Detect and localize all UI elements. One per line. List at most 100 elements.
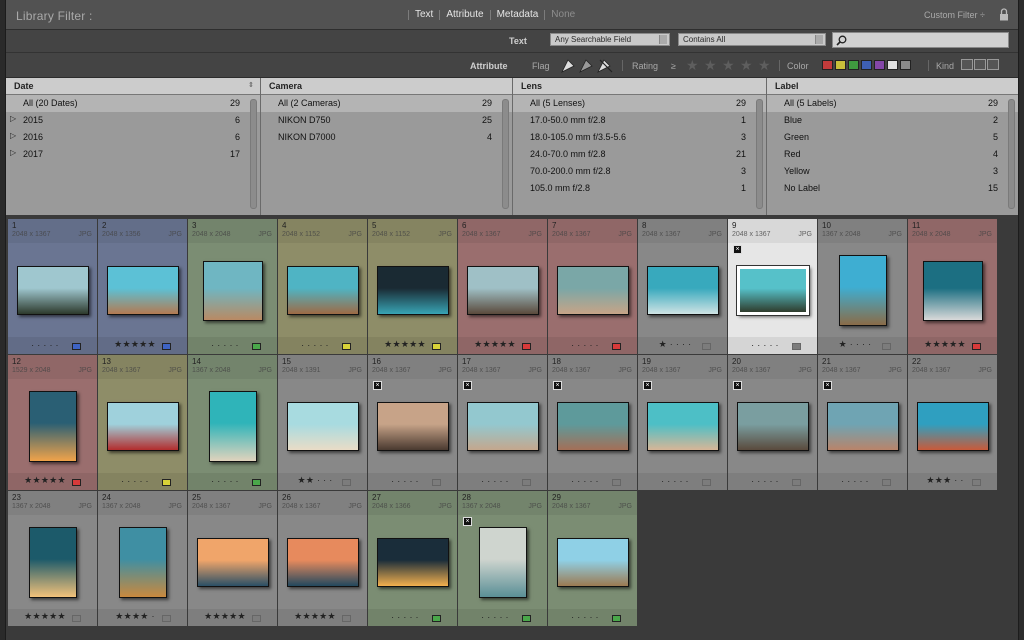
photo-cell[interactable]: 27 2048 x 1366 JPG · · · · · bbox=[368, 491, 458, 627]
photo-thumbnail[interactable] bbox=[827, 402, 899, 451]
star-rating[interactable]: · · · · · bbox=[188, 340, 262, 350]
rating-operator[interactable]: ≥ bbox=[671, 61, 676, 71]
photo-thumbnail[interactable] bbox=[479, 527, 527, 598]
photo-cell[interactable]: 29 2048 x 1367 JPG · · · · · bbox=[548, 491, 638, 627]
photo-cell[interactable]: 15 2048 x 1391 JPG ★★ · · · bbox=[278, 355, 368, 491]
photo-thumbnail[interactable] bbox=[377, 538, 449, 587]
text-search-input[interactable] bbox=[832, 32, 1009, 48]
photo-thumbnail[interactable] bbox=[377, 266, 449, 315]
rejected-flag-icon[interactable]: × bbox=[733, 381, 742, 390]
star-rating[interactable]: · · · · · bbox=[548, 476, 622, 486]
star-rating[interactable]: ★★★★★ bbox=[278, 611, 352, 622]
color-swatch[interactable] bbox=[822, 60, 833, 70]
rejected-flag-icon[interactable]: × bbox=[463, 517, 472, 526]
rating-star-5[interactable]: ★ bbox=[758, 57, 771, 74]
photo-cell[interactable]: 23 1367 x 2048 JPG ★★★★★ bbox=[8, 491, 98, 627]
photo-cell[interactable]: 4 2048 x 1152 JPG · · · · · bbox=[278, 219, 368, 355]
rating-star-2[interactable]: ★ bbox=[704, 57, 717, 74]
filter-row[interactable]: All (5 Lenses) 29 bbox=[513, 95, 766, 112]
photo-cell[interactable]: 12 1529 x 2048 JPG ★★★★★ bbox=[8, 355, 98, 491]
column-scrollbar[interactable] bbox=[502, 99, 509, 209]
photo-thumbnail[interactable] bbox=[467, 402, 539, 451]
photo-cell[interactable]: 11 2048 x 2048 JPG ★★★★★ bbox=[908, 219, 998, 355]
kind-video-icon[interactable] bbox=[987, 59, 999, 70]
star-rating[interactable]: · · · · · bbox=[458, 476, 532, 486]
filter-row[interactable]: 17.0-50.0 mm f/2.8 1 bbox=[513, 112, 766, 129]
color-swatch[interactable] bbox=[887, 60, 898, 70]
filter-row[interactable]: NIKON D750 25 bbox=[261, 112, 512, 129]
filter-row[interactable]: ▷ 2015 6 bbox=[6, 112, 260, 129]
date-column-header[interactable]: Date ⇕ bbox=[6, 78, 260, 95]
rejected-flag-icon[interactable]: × bbox=[463, 381, 472, 390]
photo-cell[interactable]: 28 1367 x 2048 JPG × · · · · · bbox=[458, 491, 548, 627]
photo-thumbnail[interactable] bbox=[467, 266, 539, 315]
filter-row[interactable]: 24.0-70.0 mm f/2.8 21 bbox=[513, 146, 766, 163]
star-rating[interactable]: · · · · · bbox=[818, 476, 892, 486]
text-rule-select[interactable]: Contains All bbox=[678, 33, 826, 46]
star-rating[interactable]: ★★★★★ bbox=[8, 611, 82, 622]
photo-cell[interactable]: 6 2048 x 1367 JPG ★★★★★ bbox=[458, 219, 548, 355]
disclosure-triangle-icon[interactable]: ▷ bbox=[10, 131, 16, 140]
photo-cell[interactable]: 1 2048 x 1367 JPG · · · · · bbox=[8, 219, 98, 355]
photo-cell[interactable]: 19 2048 x 1367 JPG × · · · · · bbox=[638, 355, 728, 491]
photo-thumbnail[interactable] bbox=[287, 538, 359, 587]
filter-row[interactable]: 18.0-105.0 mm f/3.5-5.6 3 bbox=[513, 129, 766, 146]
color-swatch[interactable] bbox=[900, 60, 911, 70]
star-rating[interactable]: · · · · · bbox=[98, 476, 172, 486]
kind-virtual-copy-icon[interactable] bbox=[974, 59, 986, 70]
filter-row[interactable]: Blue 2 bbox=[767, 112, 1018, 129]
photo-thumbnail[interactable] bbox=[923, 261, 983, 321]
rejected-flag-icon[interactable]: × bbox=[553, 381, 562, 390]
filter-row[interactable]: Yellow 3 bbox=[767, 163, 1018, 180]
star-rating[interactable]: ★★★ · · bbox=[908, 475, 982, 486]
photo-thumbnail[interactable] bbox=[29, 527, 77, 598]
star-rating[interactable]: ★ · · · · bbox=[638, 339, 712, 350]
rating-star-1[interactable]: ★ bbox=[686, 57, 699, 74]
photo-cell[interactable]: 17 2048 x 1367 JPG × · · · · · bbox=[458, 355, 548, 491]
disclosure-triangle-icon[interactable]: ▷ bbox=[10, 114, 16, 123]
star-rating[interactable]: · · · · · bbox=[278, 340, 352, 350]
star-rating[interactable]: ★★★★ · bbox=[98, 611, 172, 622]
lock-icon[interactable] bbox=[999, 8, 1009, 21]
photo-thumbnail[interactable] bbox=[557, 402, 629, 451]
photo-cell[interactable]: 2 2048 x 1356 JPG ★★★★★ bbox=[98, 219, 188, 355]
photo-thumbnail[interactable] bbox=[647, 402, 719, 451]
photo-cell[interactable]: 10 1367 x 2048 JPG ★ · · · · bbox=[818, 219, 908, 355]
color-swatch[interactable] bbox=[835, 60, 846, 70]
color-swatch[interactable] bbox=[874, 60, 885, 70]
searchable-field-select[interactable]: Any Searchable Field bbox=[550, 33, 670, 46]
rejected-flag-icon[interactable]: × bbox=[733, 245, 742, 254]
sort-icon[interactable]: ⇕ bbox=[248, 81, 254, 89]
photo-thumbnail[interactable] bbox=[107, 402, 179, 451]
photo-cell[interactable]: 5 2048 x 1152 JPG ★★★★★ bbox=[368, 219, 458, 355]
kind-master-icon[interactable] bbox=[961, 59, 973, 70]
star-rating[interactable]: ★★★★★ bbox=[368, 339, 442, 350]
photo-cell[interactable]: 21 2048 x 1367 JPG × · · · · · bbox=[818, 355, 908, 491]
rejected-flag-icon[interactable]: × bbox=[373, 381, 382, 390]
photo-thumbnail[interactable] bbox=[107, 266, 179, 315]
disclosure-triangle-icon[interactable]: ▷ bbox=[10, 148, 16, 157]
tab-metadata[interactable]: Metadata bbox=[491, 9, 545, 20]
photo-thumbnail[interactable] bbox=[209, 391, 257, 462]
photo-cell[interactable]: 20 2048 x 1367 JPG × · · · · · bbox=[728, 355, 818, 491]
photo-thumbnail[interactable] bbox=[119, 527, 167, 598]
tab-attribute[interactable]: Attribute bbox=[440, 9, 489, 20]
photo-cell[interactable]: 7 2048 x 1367 JPG · · · · · bbox=[548, 219, 638, 355]
star-rating[interactable]: · · · · · bbox=[458, 612, 532, 622]
star-rating[interactable]: ★★★★★ bbox=[908, 339, 982, 350]
rejected-flag-icon[interactable]: × bbox=[823, 381, 832, 390]
photo-cell[interactable]: 13 2048 x 1367 JPG · · · · · bbox=[98, 355, 188, 491]
photo-thumbnail[interactable] bbox=[737, 402, 809, 451]
photo-cell[interactable]: 16 2048 x 1367 JPG × · · · · · bbox=[368, 355, 458, 491]
tab-text[interactable]: Text bbox=[409, 9, 439, 20]
photo-thumbnail[interactable] bbox=[736, 265, 810, 316]
label-column-header[interactable]: Label bbox=[767, 78, 1018, 95]
rating-star-3[interactable]: ★ bbox=[722, 57, 735, 74]
star-rating[interactable]: ★★★★★ bbox=[8, 475, 82, 486]
photo-thumbnail[interactable] bbox=[647, 266, 719, 315]
photo-thumbnail[interactable] bbox=[17, 266, 89, 315]
rejected-flag-icon[interactable]: × bbox=[643, 381, 652, 390]
star-rating[interactable]: ★★★★★ bbox=[188, 611, 262, 622]
star-rating[interactable]: ★★★★★ bbox=[458, 339, 532, 350]
photo-cell[interactable]: 26 2048 x 1367 JPG ★★★★★ bbox=[278, 491, 368, 627]
